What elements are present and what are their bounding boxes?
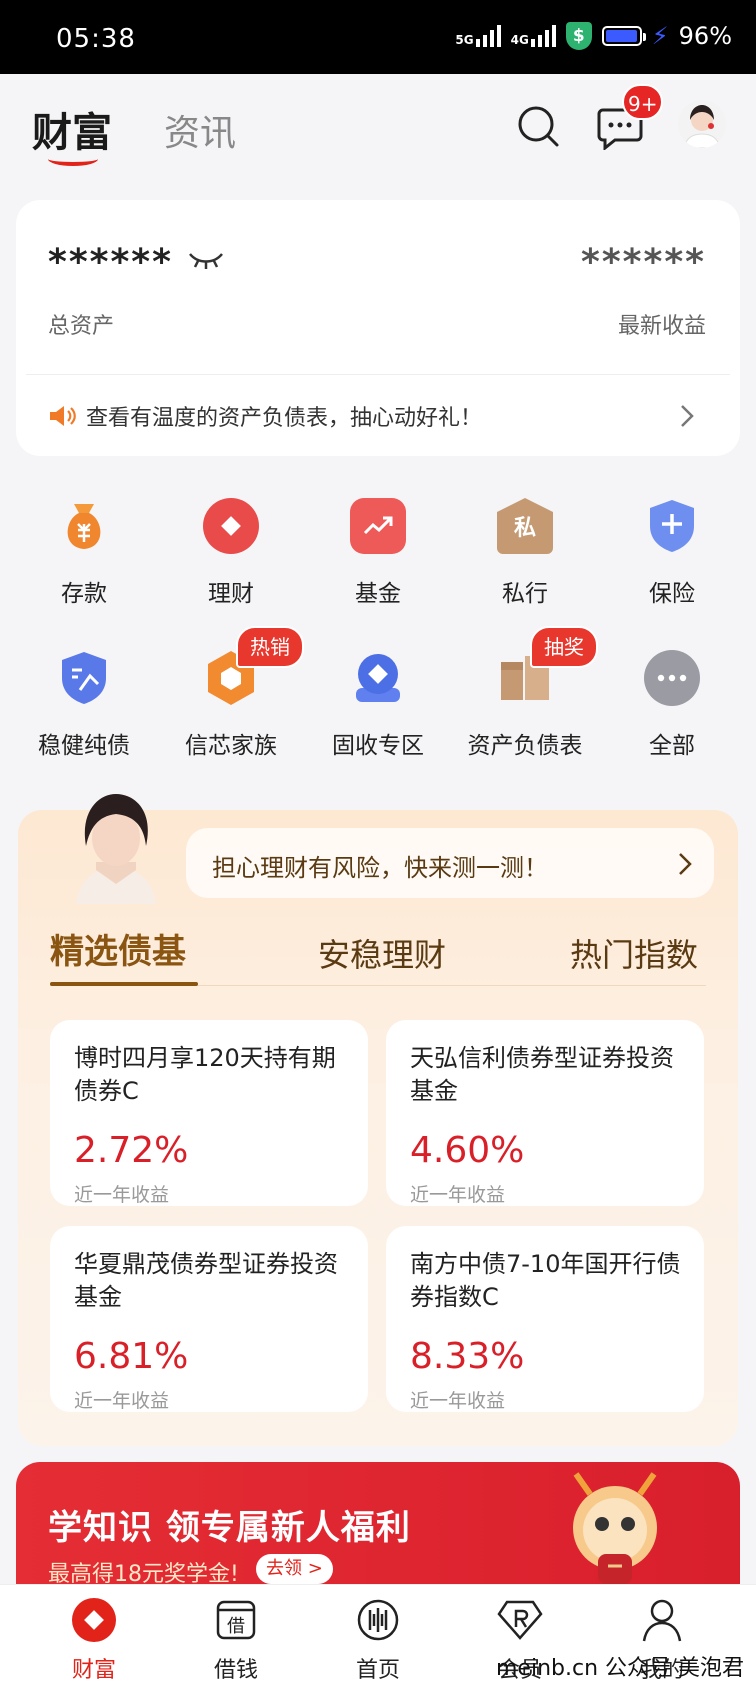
chevron-right-icon[interactable] bbox=[678, 852, 692, 880]
more-dots-icon bbox=[644, 650, 700, 706]
message-count-badge: 9+ bbox=[622, 84, 664, 120]
grid-label-balance-sheet: 资产负债表 bbox=[467, 733, 583, 759]
nav-label-wealth: 财富 bbox=[71, 1658, 116, 1683]
balance-sheet-notice[interactable]: 查看有温度的资产负债表，抽心动好礼！ bbox=[86, 400, 482, 432]
network-4g-label: 4G bbox=[510, 33, 529, 47]
fund-rate-label: 近一年收益 bbox=[410, 1184, 506, 1206]
hot-sale-badge: 热销 bbox=[236, 626, 304, 668]
fund-rate: 2.72% bbox=[74, 1130, 189, 1171]
nav-label-borrow: 借钱 bbox=[213, 1658, 258, 1683]
watermark-text: meinb.cn 公众号 美泡君 bbox=[496, 1656, 745, 1681]
fund-name: 天弘信利债券型证券投资基金 bbox=[410, 1044, 674, 1105]
borrow-icon-char: 借 bbox=[227, 1616, 245, 1637]
chevron-right-icon[interactable] bbox=[680, 404, 694, 432]
grid-label-stable-bond: 稳健纯债 bbox=[38, 733, 130, 759]
signal-5g-icon: 5G bbox=[455, 25, 501, 47]
fund-name: 南方中债7-10年国开行债券指数C bbox=[410, 1250, 681, 1311]
network-5g-label: 5G bbox=[455, 33, 474, 47]
fund-card[interactable]: 华夏鼎茂债券型证券投资基金 6.81% 近一年收益 bbox=[50, 1226, 368, 1412]
fund-rate-label: 近一年收益 bbox=[74, 1184, 170, 1206]
speaker-icon bbox=[48, 404, 76, 432]
search-icon[interactable] bbox=[512, 100, 564, 152]
signal-4g-icon: 4G bbox=[511, 25, 556, 47]
tab-wealth[interactable]: 财富 bbox=[32, 100, 112, 158]
fund-rate-label: 近一年收益 bbox=[410, 1390, 506, 1412]
grid-label-xinxin: 信芯家族 bbox=[185, 733, 277, 759]
fund-rate: 6.81% bbox=[74, 1336, 189, 1377]
tab-active-indicator bbox=[50, 982, 198, 986]
wealth-diamond-icon bbox=[70, 1596, 118, 1644]
risk-test-text[interactable]: 担心理财有风险，快来测一测！ bbox=[212, 848, 548, 883]
trend-chart-icon bbox=[350, 498, 406, 554]
advisor-avatar bbox=[56, 786, 176, 908]
member-gem-icon bbox=[496, 1596, 544, 1644]
grid-item-insurance[interactable]: 保险 bbox=[598, 498, 746, 628]
lottery-badge: 抽奖 bbox=[530, 626, 598, 668]
grid-label-deposit: 存款 bbox=[61, 581, 107, 607]
tab-selected-bond-funds[interactable]: 精选债基 bbox=[50, 924, 186, 973]
banner-title: 学知识 领专属新人福利 bbox=[48, 1508, 411, 1548]
shield-arrow-icon bbox=[56, 650, 112, 706]
total-asset-masked: ****** bbox=[48, 242, 173, 283]
grid-item-all[interactable]: 全部 bbox=[598, 650, 746, 780]
status-icons: 5G 4G $ ⚡ 96% bbox=[455, 22, 732, 50]
latest-income-label: 最新收益 bbox=[617, 314, 706, 339]
avatar[interactable] bbox=[678, 100, 726, 148]
grid-item-stable-bond[interactable]: 稳健纯债 bbox=[10, 650, 158, 780]
card-divider bbox=[26, 374, 730, 375]
grid-item-wealth-management[interactable]: 理财 bbox=[157, 498, 305, 628]
fund-name: 博时四月享120天持有期债券C bbox=[74, 1044, 336, 1105]
charging-icon: ⚡ bbox=[651, 22, 669, 50]
money-bag-icon bbox=[56, 498, 112, 554]
grid-label-wealth: 理财 bbox=[208, 581, 254, 607]
grid-item-deposit[interactable]: 存款 bbox=[10, 498, 158, 628]
fund-rate: 8.33% bbox=[410, 1336, 525, 1377]
grid-item-private-banking[interactable]: 私 私行 bbox=[451, 498, 599, 628]
status-time: 05:38 bbox=[56, 24, 136, 54]
dragon-mascot-icon bbox=[573, 1472, 657, 1584]
grid-label-fixed-income: 固收专区 bbox=[332, 733, 424, 759]
borrow-icon: 借 bbox=[212, 1596, 260, 1644]
shield-plus-icon bbox=[644, 498, 700, 554]
nav-label-home: 首页 bbox=[355, 1658, 400, 1683]
user-icon bbox=[638, 1596, 686, 1644]
security-shield-icon: $ bbox=[565, 22, 592, 50]
battery-icon bbox=[601, 26, 646, 46]
grid-label-all: 全部 bbox=[649, 733, 695, 759]
grid-item-fund[interactable]: 基金 bbox=[304, 498, 452, 628]
grid-item-balance-sheet[interactable]: 资产负债表 bbox=[451, 650, 599, 780]
fixed-income-icon bbox=[350, 650, 406, 706]
grid-item-fixed-income[interactable]: 固收专区 bbox=[304, 650, 452, 780]
battery-percent: 96% bbox=[678, 22, 732, 50]
fund-card[interactable]: 天弘信利债券型证券投资基金 4.60% 近一年收益 bbox=[386, 1020, 704, 1206]
tab-news[interactable]: 资讯 bbox=[164, 104, 236, 156]
grid-label-insurance: 保险 bbox=[649, 581, 695, 607]
fund-card[interactable]: 南方中债7-10年国开行债券指数C 8.33% 近一年收益 bbox=[386, 1226, 704, 1412]
fund-card[interactable]: 博时四月享120天持有期债券C 2.72% 近一年收益 bbox=[50, 1020, 368, 1206]
grid-item-xinxin-family[interactable]: 信芯家族 bbox=[157, 650, 305, 780]
eye-closed-icon[interactable] bbox=[188, 250, 224, 274]
tab-hot-index[interactable]: 热门指数 bbox=[570, 930, 698, 976]
tab-stable-wealth[interactable]: 安稳理财 bbox=[318, 930, 446, 976]
fund-name: 华夏鼎茂债券型证券投资基金 bbox=[74, 1250, 338, 1311]
status-bar: 05:38 5G 4G $ ⚡ 96% bbox=[0, 0, 756, 74]
grid-label-private: 私行 bbox=[502, 581, 548, 607]
fund-rate: 4.60% bbox=[410, 1130, 525, 1171]
latest-income-masked: ****** bbox=[581, 242, 706, 283]
diamond-icon bbox=[203, 498, 259, 554]
nav-item-borrow[interactable]: 借 借钱 bbox=[166, 1584, 306, 1688]
fund-rate-label: 近一年收益 bbox=[74, 1390, 170, 1412]
home-bank-icon bbox=[354, 1596, 402, 1644]
nav-item-wealth[interactable]: 财富 bbox=[24, 1584, 164, 1688]
total-asset-label: 总资产 bbox=[48, 314, 115, 339]
private-bank-icon: 私 bbox=[497, 498, 553, 554]
tab-active-indicator bbox=[48, 152, 98, 166]
claim-button[interactable]: 去领 > bbox=[256, 1554, 333, 1584]
grid-label-fund: 基金 bbox=[355, 581, 401, 607]
nav-item-home[interactable]: 首页 bbox=[308, 1584, 448, 1688]
